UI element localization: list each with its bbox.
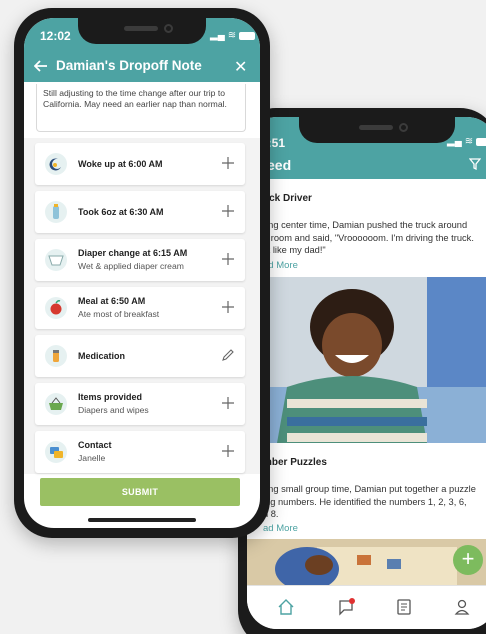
photo-boy-smiling	[247, 277, 486, 443]
notch	[78, 18, 206, 44]
post-body: ring small group time, Damian put togeth…	[263, 483, 486, 521]
item-diaper[interactable]: Diaper change at 6:15 AM Wet & applied d…	[35, 239, 245, 281]
status-time: 12:02	[40, 29, 71, 43]
back-arrow-icon[interactable]	[34, 59, 48, 73]
home-indicator	[88, 518, 196, 522]
bottle-icon	[45, 201, 67, 223]
item-items-provided[interactable]: Items provided Diapers and wipes	[35, 383, 245, 425]
post-photo[interactable]	[247, 539, 486, 585]
profile-icon[interactable]	[453, 598, 471, 616]
page-title: eed	[267, 157, 292, 173]
item-title: Contact	[78, 440, 112, 450]
post-line: e room and said, "Vroooooom. I'm driving…	[263, 232, 474, 243]
item-title: Items provided	[78, 392, 143, 402]
item-title: Took 6oz at 6:30 AM	[78, 207, 164, 217]
plus-icon[interactable]	[221, 156, 235, 170]
item-title: Meal at 6:50 AM	[78, 296, 146, 306]
page-title: Damian's Dropoff Note	[56, 58, 202, 73]
item-contact[interactable]: Contact Janelle	[35, 431, 245, 473]
camera	[164, 24, 173, 33]
post-title: uck Driver	[263, 193, 312, 204]
post-line: ring small group time, Damian put togeth…	[263, 484, 476, 494]
diaper-icon	[45, 249, 67, 271]
moon-icon	[45, 153, 67, 175]
apple-icon	[45, 297, 67, 319]
plus-icon[interactable]	[221, 252, 235, 266]
phone-dropoff-note: 12:02 ▂▄ ≋ Damian's Dropoff Note ✕ Still…	[14, 8, 270, 538]
read-more-link[interactable]: ad More	[263, 523, 298, 534]
plus-icon[interactable]	[221, 204, 235, 218]
plus-icon[interactable]	[221, 444, 235, 458]
post-line: ring center time, Damian pushed the truc…	[263, 220, 468, 230]
filter-icon[interactable]	[469, 158, 481, 170]
contact-icon	[45, 441, 67, 463]
item-title: Woke up at 6:00 AM	[78, 159, 163, 169]
item-subtitle: Diapers and wipes	[78, 405, 149, 415]
report-icon[interactable]	[395, 598, 413, 616]
item-meal[interactable]: Meal at 6:50 AM Ate most of breakfast	[35, 287, 245, 329]
plus-icon[interactable]	[221, 396, 235, 410]
speaker	[359, 125, 393, 130]
phone-feed: 2:51 ▂▄ ≋ eed uck Driver ring center tim…	[238, 108, 486, 634]
home-icon[interactable]	[277, 598, 295, 616]
status-icons: ▂▄ ≋	[447, 136, 486, 147]
notes-field[interactable]: Still adjusting to the time change after…	[36, 84, 246, 132]
item-medication[interactable]: Medication	[35, 335, 245, 377]
battery-icon	[476, 137, 486, 146]
dropoff-items-list: Woke up at 6:00 AM Took 6oz at 6:30 AM D…	[24, 138, 260, 474]
close-icon[interactable]: ✕	[234, 57, 247, 77]
photo-puzzle	[247, 539, 486, 585]
dropoff-screen: 12:02 ▂▄ ≋ Damian's Dropoff Note ✕ Still…	[24, 18, 260, 528]
signal-icon: ▂▄	[210, 30, 225, 41]
post-title: mber Puzzles	[263, 457, 327, 468]
battery-icon	[239, 31, 256, 40]
camera	[399, 123, 408, 132]
item-title: Diaper change at 6:15 AM	[78, 248, 188, 258]
item-subtitle: Ate most of breakfast	[78, 309, 160, 319]
wifi-icon: ≋	[227, 30, 237, 41]
tab-bar	[247, 585, 486, 629]
status-icons: ▂▄ ≋	[210, 30, 256, 41]
wifi-icon: ≋	[464, 136, 474, 147]
item-title: Medication	[78, 351, 126, 361]
item-subtitle: Janelle	[78, 453, 106, 463]
basket-icon	[45, 393, 67, 415]
post-body: ring center time, Damian pushed the truc…	[263, 219, 486, 257]
item-subtitle: Wet & applied diaper cream	[78, 261, 184, 271]
add-post-button[interactable]: +	[453, 545, 483, 575]
item-bottle[interactable]: Took 6oz at 6:30 AM	[35, 191, 245, 233]
post-line: ing numbers. He identified the numbers 1…	[263, 496, 467, 507]
submit-button[interactable]: SUBMIT	[40, 478, 240, 506]
post-line: d 8.	[263, 509, 279, 519]
speaker	[124, 26, 158, 31]
chat-icon[interactable]	[337, 598, 355, 616]
notch	[299, 117, 455, 143]
plus-icon[interactable]	[221, 300, 235, 314]
pencil-icon[interactable]	[221, 348, 235, 362]
feed-screen: 2:51 ▂▄ ≋ eed uck Driver ring center tim…	[247, 117, 486, 629]
post-line: st like my dad!"	[263, 245, 326, 255]
medication-icon	[45, 345, 67, 367]
item-woke-up[interactable]: Woke up at 6:00 AM	[35, 143, 245, 185]
post-photo[interactable]	[247, 277, 486, 443]
